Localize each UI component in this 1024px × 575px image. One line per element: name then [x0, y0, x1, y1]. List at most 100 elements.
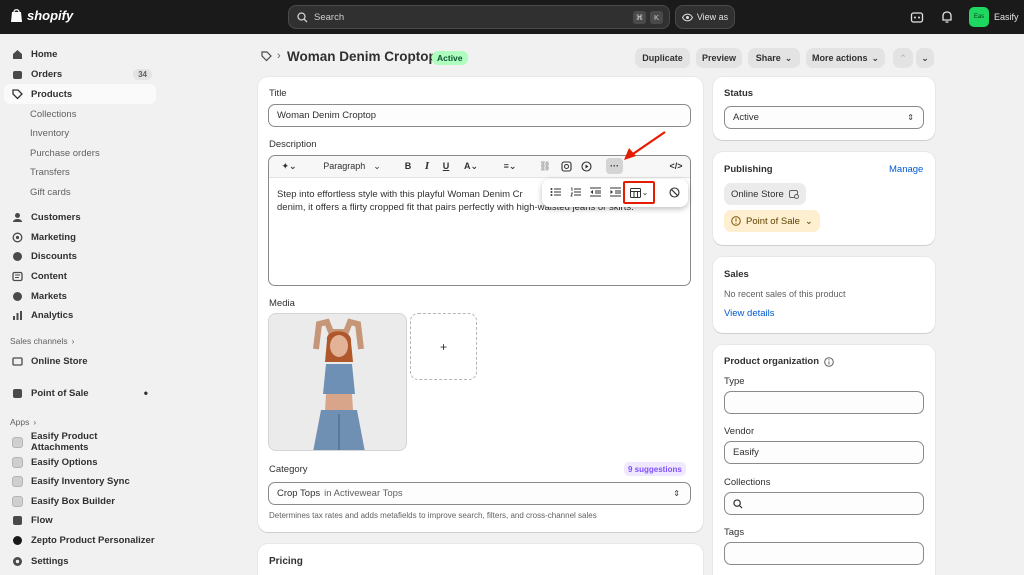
gear-icon — [13, 556, 22, 566]
sidebar-item-gift-cards[interactable]: Gift cards — [4, 182, 156, 202]
bell-icon[interactable] — [940, 10, 954, 24]
apps-heading[interactable]: Apps › — [10, 417, 36, 427]
type-label: Type — [724, 376, 745, 387]
sidebar-item-home[interactable]: Home — [4, 44, 156, 64]
type-input[interactable] — [724, 391, 924, 414]
store-name: Easify — [994, 12, 1019, 22]
storefront-icon — [12, 356, 23, 366]
italic-button[interactable]: I — [420, 158, 434, 174]
preview-button[interactable]: Preview — [696, 48, 742, 68]
search-input[interactable]: Search ⌘ K — [288, 5, 670, 29]
sidebar-item-markets[interactable]: Markets — [4, 286, 156, 306]
indent-icon — [609, 187, 621, 197]
align-button[interactable]: ≡⌄ — [498, 158, 522, 174]
annotation-arrow-icon — [624, 131, 666, 160]
point-of-sale-channel[interactable]: Point of Sale ⌄ — [724, 210, 820, 232]
store-menu[interactable]: Eas Easify — [969, 7, 1019, 27]
sidebar-item-content[interactable]: Content — [4, 266, 156, 286]
status-value: Active — [733, 112, 759, 123]
sidebar-app-item[interactable]: Easify Options — [4, 452, 156, 472]
ai-magic-button[interactable]: ✦⌄ — [276, 158, 302, 174]
organization-heading-label: Product organization — [724, 356, 819, 367]
sidebar-item-inventory[interactable]: Inventory — [4, 123, 156, 143]
status-select[interactable]: Active ⇕ — [724, 106, 924, 129]
duplicate-button[interactable]: Duplicate — [635, 48, 690, 68]
insert-table-button[interactable]: ⌄ — [623, 181, 655, 204]
sidebar-item-settings[interactable]: Settings — [4, 551, 156, 571]
paragraph-style-select[interactable]: Paragraph ⌄ — [318, 158, 386, 174]
play-icon — [580, 160, 592, 172]
show-html-button[interactable]: </> — [669, 158, 683, 174]
indent-button[interactable] — [608, 185, 622, 199]
outdent-button[interactable] — [588, 185, 602, 199]
tag-icon — [261, 51, 272, 62]
title-input[interactable]: Woman Denim Croptop — [268, 104, 691, 127]
sidebar-item-collections[interactable]: Collections — [4, 104, 156, 124]
category-suggestions-badge[interactable]: 9 suggestions — [624, 462, 686, 476]
sidebar-item-label: Marketing — [31, 231, 76, 243]
pos-icon — [13, 388, 22, 398]
share-button[interactable]: Share ⌄ — [748, 48, 800, 68]
sidebar-item-products[interactable]: Products — [4, 84, 156, 104]
underline-button[interactable]: U — [439, 158, 453, 174]
image-icon — [560, 160, 572, 172]
store-avatar: Eas — [969, 7, 989, 27]
sparkle-icon: ✦⌄ — [281, 160, 297, 171]
manage-link[interactable]: Manage — [889, 164, 923, 175]
sidebar-item-transfers[interactable]: Transfers — [4, 162, 156, 182]
bar-chart-icon — [13, 310, 22, 320]
align-left-icon: ≡⌄ — [503, 160, 517, 171]
sidebar-item-label: Orders — [31, 68, 63, 80]
sidebar-app-item[interactable]: Easify Inventory Sync — [4, 471, 156, 491]
bullet-list-button[interactable] — [548, 185, 562, 199]
sidebar-item-orders[interactable]: Orders 34 — [4, 64, 156, 84]
sales-channels-heading[interactable]: Sales channels › — [10, 336, 75, 346]
more-actions-button[interactable]: More actions ⌄ — [806, 48, 885, 68]
sidebar-item-analytics[interactable]: Analytics — [4, 305, 156, 325]
view-details-link[interactable]: View details — [724, 308, 775, 319]
pos-dot-icon: • — [143, 386, 148, 400]
sidebar-item-point-of-sale[interactable]: Point of Sale • — [4, 383, 156, 403]
product-image[interactable] — [268, 313, 407, 451]
sidebar-item-label: Zepto Product Personalizer — [31, 534, 155, 546]
clear-formatting-button[interactable] — [667, 185, 681, 199]
previous-product-button[interactable]: ⌃ — [893, 48, 913, 68]
status-badge: Active — [432, 51, 468, 65]
numbered-list-button[interactable] — [568, 185, 582, 199]
insert-video-button[interactable] — [579, 158, 593, 174]
sidebar-app-item[interactable]: Easify Box Builder — [4, 491, 156, 511]
sidebar-app-item[interactable]: Flow — [4, 510, 156, 530]
sidebar-item-customers[interactable]: Customers — [4, 207, 156, 227]
product-photo-model — [269, 314, 406, 450]
bold-button[interactable]: B — [401, 158, 415, 174]
sidebar-item-marketing[interactable]: Marketing — [4, 227, 156, 247]
globe-icon — [13, 291, 22, 301]
title-label: Title — [269, 88, 287, 99]
category-suffix: in Activewear Tops — [324, 488, 403, 499]
sidebar-app-item[interactable]: Zepto Product Personalizer — [4, 530, 156, 550]
shopify-bag-icon — [11, 9, 22, 22]
view-as-button[interactable]: View as — [675, 5, 735, 29]
vendor-input[interactable]: Easify — [724, 441, 924, 464]
collections-input[interactable] — [724, 492, 924, 515]
sidekick-icon[interactable] — [910, 10, 924, 24]
search-placeholder: Search — [314, 11, 345, 23]
numbered-list-icon — [569, 187, 581, 197]
category-select[interactable]: Crop Tops in Activewear Tops ⇕ — [268, 482, 691, 505]
sidebar-item-discounts[interactable]: Discounts — [4, 246, 156, 266]
sidebar-item-online-store[interactable]: Online Store — [4, 351, 156, 371]
link-button[interactable]: ⛓ — [538, 158, 552, 174]
content-icon — [12, 271, 23, 281]
breadcrumb-chevron-icon: › — [277, 50, 281, 62]
insert-image-button[interactable] — [559, 158, 573, 174]
chevron-right-icon: › — [71, 336, 75, 346]
info-icon[interactable] — [824, 356, 834, 367]
sidebar-app-item[interactable]: Easify Product Attachments — [4, 431, 156, 453]
shopify-logo[interactable]: shopify — [10, 8, 73, 23]
sidebar-item-purchase-orders[interactable]: Purchase orders — [4, 143, 156, 163]
next-product-button[interactable]: ⌄ — [916, 48, 934, 68]
add-media-button[interactable]: + — [410, 313, 477, 380]
view-as-label: View as — [696, 12, 729, 22]
tags-input[interactable] — [724, 542, 924, 565]
text-color-button[interactable]: A⌄ — [458, 158, 484, 174]
